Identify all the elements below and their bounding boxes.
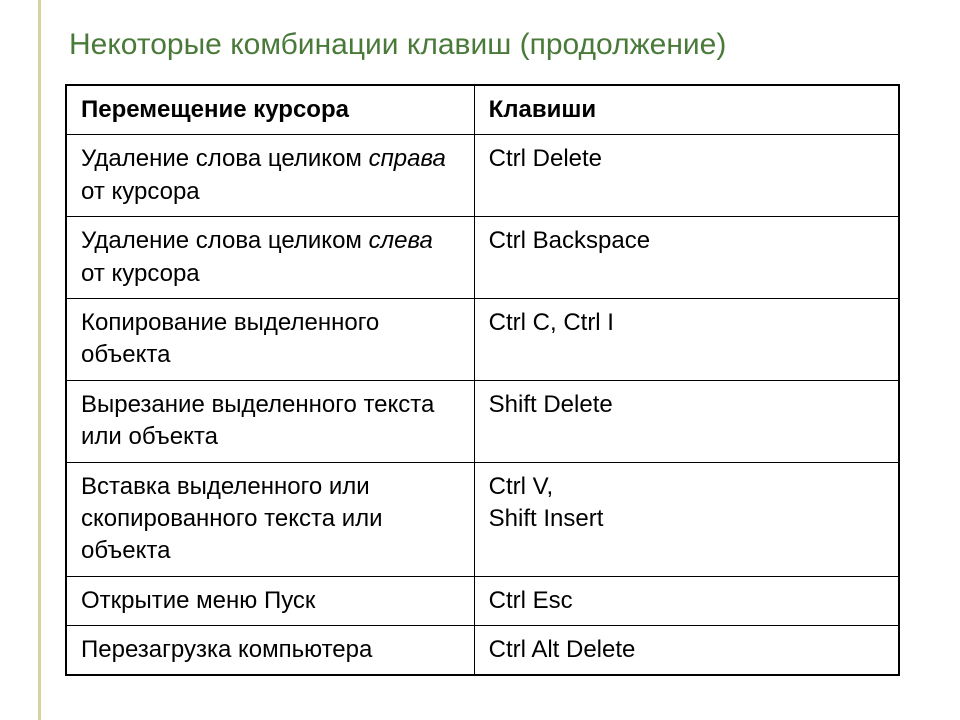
keys-cell: Ctrl C, Ctrl I bbox=[474, 298, 899, 380]
table-header-row: Перемещение курсора Клавиши bbox=[66, 85, 899, 135]
action-cell: Удаление слова целиком слева от курсора bbox=[66, 217, 474, 299]
action-cell: Удаление слова целиком справа от курсора bbox=[66, 135, 474, 217]
keys-cell: Shift Delete bbox=[474, 380, 899, 462]
table-row: Перезагрузка компьютера Ctrl Alt Delete bbox=[66, 626, 899, 676]
action-cell: Открытие меню Пуск bbox=[66, 576, 474, 625]
action-cell: Перезагрузка компьютера bbox=[66, 626, 474, 676]
slide-title: Некоторые комбинации клавиш (продолжение… bbox=[65, 28, 900, 62]
table-row: Открытие меню Пуск Ctrl Esc bbox=[66, 576, 899, 625]
shortcuts-table: Перемещение курсора Клавиши Удаление сло… bbox=[65, 84, 900, 676]
keys-cell: Ctrl Alt Delete bbox=[474, 626, 899, 676]
table-row: Удаление слова целиком справа от курсора… bbox=[66, 135, 899, 217]
action-cell: Вставка выделенного или скопированного т… bbox=[66, 462, 474, 576]
action-cell: Копирование выделенного объекта bbox=[66, 298, 474, 380]
keys-cell: Ctrl Delete bbox=[474, 135, 899, 217]
slide-content: Некоторые комбинации клавиш (продолжение… bbox=[0, 0, 960, 706]
table-row: Удаление слова целиком слева от курсора … bbox=[66, 217, 899, 299]
action-cell: Вырезание выделенного текста или объекта bbox=[66, 380, 474, 462]
table-row: Копирование выделенного объекта Ctrl C, … bbox=[66, 298, 899, 380]
keys-cell: Ctrl Backspace bbox=[474, 217, 899, 299]
table-row: Вставка выделенного или скопированного т… bbox=[66, 462, 899, 576]
header-keys: Клавиши bbox=[474, 85, 899, 135]
keys-cell: Ctrl Esc bbox=[474, 576, 899, 625]
keys-cell: Ctrl V,Shift Insert bbox=[474, 462, 899, 576]
decorative-vertical-line bbox=[38, 0, 41, 720]
header-action: Перемещение курсора bbox=[66, 85, 474, 135]
table-row: Вырезание выделенного текста или объекта… bbox=[66, 380, 899, 462]
